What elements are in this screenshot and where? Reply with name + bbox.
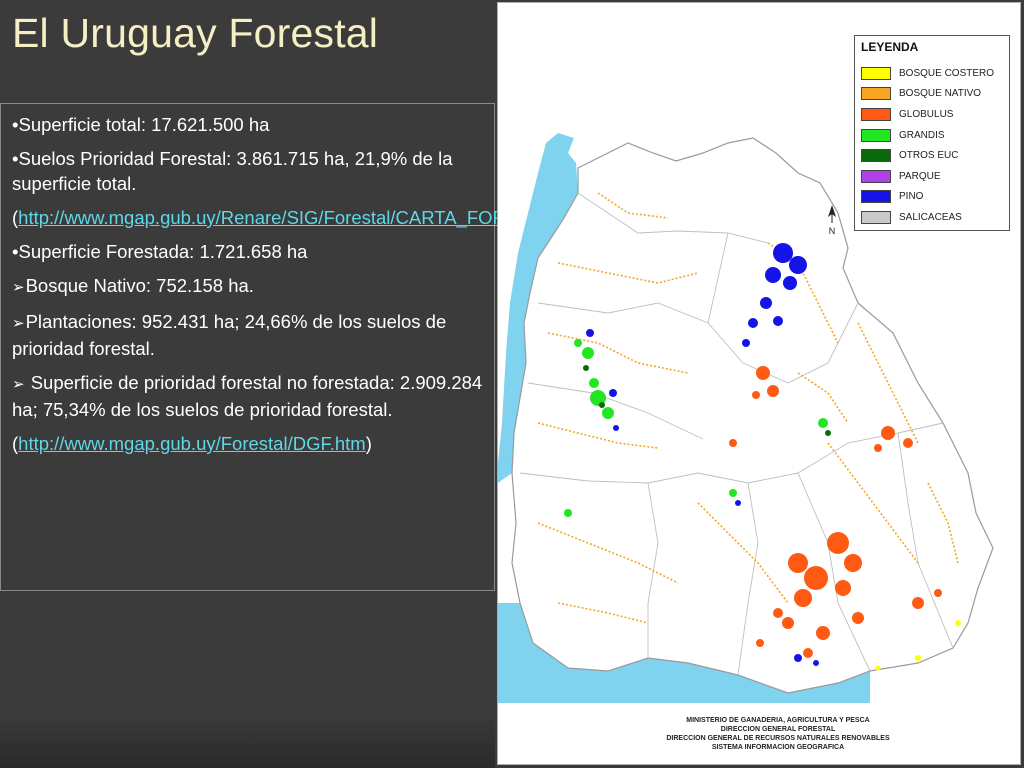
legend-label: BOSQUE COSTERO <box>899 67 995 79</box>
arrow-bullet-icon: ➢ <box>12 376 25 393</box>
bullet-superficie-total: •Superficie total: 17.621.500 ha <box>12 114 270 135</box>
legend-swatch-grandis <box>861 128 891 142</box>
source-link-2-paragraph: (http://www.mgap.gub.uy/Forestal/DGF.htm… <box>12 431 484 456</box>
credit-line: SISTEMA INFORMACION GEOGRAFICA <box>711 744 845 751</box>
legend-swatch-bosque-costero <box>861 66 891 80</box>
arrow-bullet-icon: ➢ <box>12 315 25 332</box>
content-box: •Superficie total: 17.621.500 ha •Suelos… <box>0 103 641 591</box>
legend-label: OTROS EUC <box>899 150 959 162</box>
bullet-superficie-forestada: •Superficie Forestada: 1.721.658 ha <box>12 241 308 262</box>
legend-label: BOSQUE NATIVO <box>899 88 982 100</box>
legend-item: OTROS EUC <box>861 145 1009 166</box>
legend-swatch-parque <box>861 169 891 183</box>
arrow-bullet-icon: ➢ <box>12 279 25 296</box>
map-legend: LEYENDA BOSQUE COSTERO BOSQUE NATIVO GLO… <box>854 35 1010 231</box>
no-forestada-text: Superficie de prioridad forestal no fore… <box>12 372 483 420</box>
legend-item: GRANDIS <box>861 125 1009 146</box>
legend-label: PARQUE <box>899 170 941 182</box>
legend-label: GRANDIS <box>899 129 945 141</box>
credit-line: MINISTERIO DE GANADERIA, AGRICULTURA Y P… <box>686 717 870 724</box>
source-link-1-paragraph: (http://www.mgap.gub.uy/Renare/SIG/Fores… <box>12 205 641 230</box>
legend-swatch-pino <box>861 190 891 204</box>
map-credits: MINISTERIO DE GANADERIA, AGRICULTURA Y P… <box>608 716 948 752</box>
bullet-plantaciones: ➢Plantaciones: 952.431 ha; 24,66% de los… <box>12 309 484 361</box>
link2-suffix: ) <box>365 433 372 454</box>
plantaciones-text: Plantaciones: 952.431 ha; 24,66% de los … <box>12 311 447 359</box>
legend-swatch-bosque-nativo <box>861 87 891 101</box>
north-arrow-icon: N <box>828 205 836 236</box>
legend-item: PARQUE <box>861 166 1009 187</box>
bullet-suelos-prioridad: •Suelos Prioridad Forestal: 3.861.715 ha… <box>12 148 453 194</box>
legend-label: SALICACEAS <box>899 211 962 223</box>
legend-item: BOSQUE NATIVO <box>861 84 1009 105</box>
dgf-link[interactable]: http://www.mgap.gub.uy/Forestal/DGF.htm <box>18 433 366 454</box>
legend-swatch-globulus <box>861 107 891 121</box>
decorative-floor <box>0 712 495 768</box>
credit-line: DIRECCION GENERAL FORESTAL <box>720 726 836 733</box>
bosque-nativo-text: Bosque Nativo: 752.158 ha. <box>25 275 254 296</box>
legend-item: SALICACEAS <box>861 207 1009 228</box>
legend-swatch-otros-euc <box>861 149 891 163</box>
bullet-no-forestada: ➢ Superficie de prioridad forestal no fo… <box>12 370 484 422</box>
legend-title: LEYENDA <box>861 40 919 54</box>
legend-item: PINO <box>861 187 1009 208</box>
legend-swatch-salicaceas <box>861 210 891 224</box>
forest-map-image: LEYENDA BOSQUE COSTERO BOSQUE NATIVO GLO… <box>497 2 1021 765</box>
north-label: N <box>829 226 836 236</box>
legend-label: GLOBULUS <box>899 108 954 120</box>
legend-item: GLOBULUS <box>861 104 1009 125</box>
credit-line: DIRECCION GENERAL DE RECURSOS NATURALES … <box>666 735 890 742</box>
legend-item: BOSQUE COSTERO <box>861 63 1009 84</box>
legend-label: PINO <box>899 191 924 203</box>
bullet-bosque-nativo: ➢Bosque Nativo: 752.158 ha. <box>12 273 484 300</box>
slide-title: El Uruguay Forestal <box>12 10 379 56</box>
